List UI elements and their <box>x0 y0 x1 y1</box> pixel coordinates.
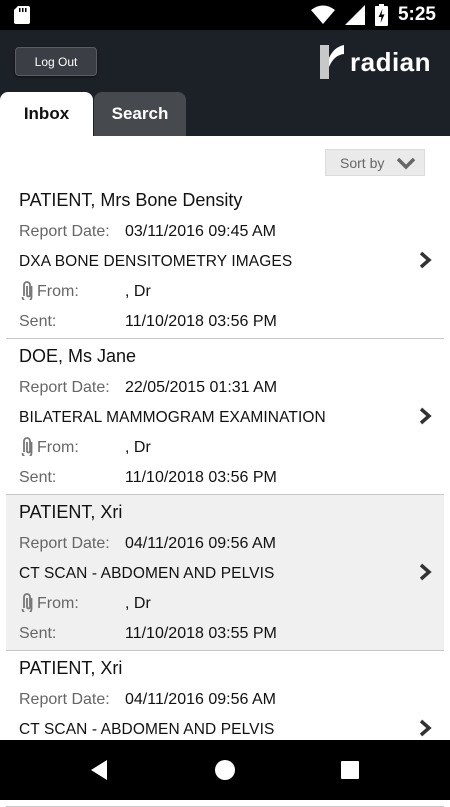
wifi-icon <box>310 5 335 24</box>
sent-value: 11/10/2018 03:56 PM <box>125 313 277 330</box>
tab-inbox[interactable]: Inbox <box>0 92 93 136</box>
patient-name: PATIENT, Xri <box>19 502 123 522</box>
paperclip-icon <box>21 281 33 300</box>
exam-name: CT SCAN - ABDOMEN AND PELVIS <box>19 565 275 582</box>
sort-by-dropdown[interactable]: Sort by <box>325 149 425 176</box>
patient-name: DOE, Ms Jane <box>19 346 137 366</box>
patient-name: PATIENT, Xri <box>19 658 123 678</box>
report-date-value: 04/11/2016 09:56 AM <box>125 535 276 552</box>
list-item[interactable]: PATIENT, Mrs Bone Density Report Date: 0… <box>6 183 444 339</box>
report-date-label: Report Date: <box>19 379 110 396</box>
battery-charging-icon <box>374 4 388 26</box>
patient-name: PATIENT, Mrs Bone Density <box>19 190 243 210</box>
report-date-value: 04/11/2016 09:56 AM <box>125 691 276 708</box>
list-item[interactable]: PATIENT, Xri Report Date: 04/11/2016 09:… <box>6 495 444 651</box>
report-list: PATIENT, Mrs Bone Density Report Date: 0… <box>6 183 444 807</box>
signal-icon <box>344 5 365 25</box>
sent-label: Sent: <box>19 469 57 486</box>
logo-text: radian <box>350 46 432 77</box>
system-navigation-bar <box>0 740 450 800</box>
from-label: From: <box>37 595 79 612</box>
chevron-right-icon <box>419 251 432 269</box>
report-date-value: 22/05/2015 01:31 AM <box>125 379 278 396</box>
paperclip-icon <box>21 437 33 456</box>
sent-value: 11/10/2018 03:55 PM <box>125 625 277 642</box>
status-bar: 5:25 <box>0 0 450 30</box>
sd-card-icon <box>14 6 30 24</box>
logout-button[interactable]: Log Out <box>15 47 97 76</box>
back-icon[interactable] <box>89 759 109 781</box>
report-date-value: 03/11/2016 09:45 AM <box>125 223 276 240</box>
exam-name: CT SCAN - ABDOMEN AND PELVIS <box>19 721 275 738</box>
report-date-label: Report Date: <box>19 535 110 552</box>
chevron-right-icon <box>419 407 432 425</box>
report-date-label: Report Date: <box>19 223 110 240</box>
tab-search[interactable]: Search <box>94 92 186 136</box>
exam-name: BILATERAL MAMMOGRAM EXAMINATION <box>19 409 326 426</box>
exam-name: DXA BONE DENSITOMETRY IMAGES <box>19 253 293 270</box>
from-label: From: <box>37 439 79 456</box>
app-header: Log Out radian Inbox Search <box>0 30 450 136</box>
sent-label: Sent: <box>19 625 57 642</box>
sent-label: Sent: <box>19 313 57 330</box>
from-label: From: <box>37 283 79 300</box>
recents-icon[interactable] <box>340 760 360 780</box>
chevron-down-icon <box>396 157 416 170</box>
chevron-right-icon <box>419 563 432 581</box>
list-item[interactable]: DOE, Ms Jane Report Date: 22/05/2015 01:… <box>6 339 444 495</box>
from-value: , Dr <box>125 283 151 300</box>
clock: 5:25 <box>397 4 436 25</box>
home-icon[interactable] <box>214 759 236 781</box>
radian-logo: radian <box>318 42 431 82</box>
sent-value: 11/10/2018 03:56 PM <box>125 469 277 486</box>
report-date-label: Report Date: <box>19 691 110 708</box>
from-value: , Dr <box>125 595 151 612</box>
sort-by-label: Sort by <box>340 154 385 171</box>
paperclip-icon <box>21 593 33 612</box>
from-value: , Dr <box>125 439 151 456</box>
chevron-right-icon <box>419 719 432 737</box>
radian-logo-mark <box>320 45 344 79</box>
